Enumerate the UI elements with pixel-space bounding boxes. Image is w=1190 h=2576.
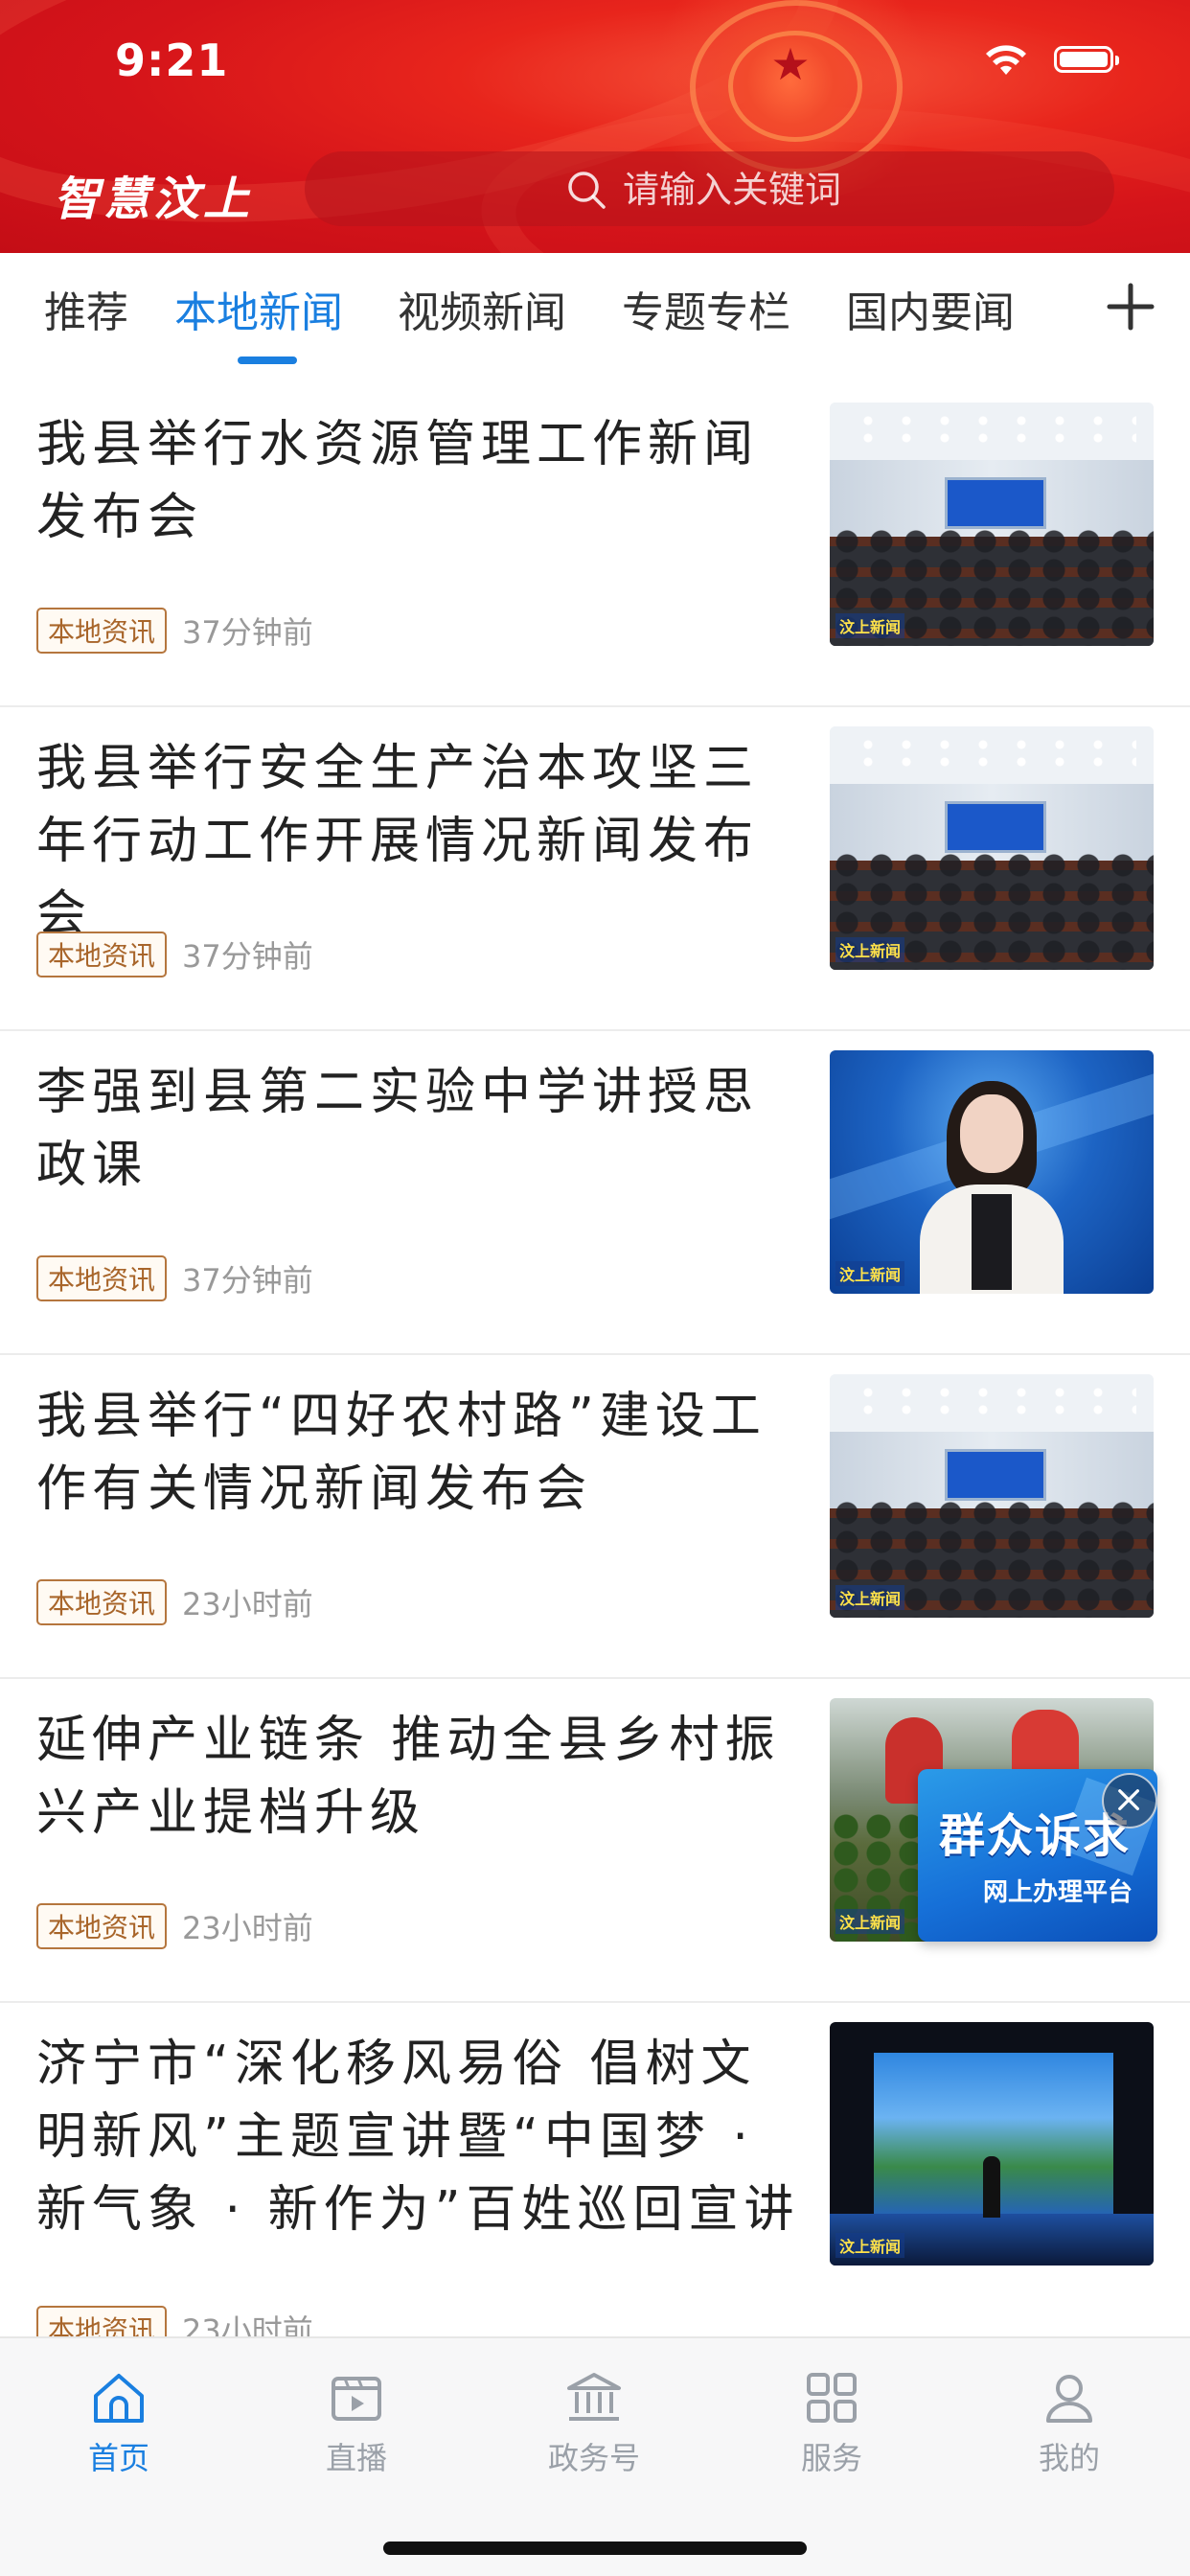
tab-recommend[interactable]: 推荐 [44, 278, 128, 339]
news-thumbnail: 汶上新闻 [830, 1374, 1154, 1618]
tab-video-news[interactable]: 视频新闻 [398, 278, 566, 339]
nav-live[interactable]: 直播 [280, 2367, 433, 2476]
news-category-tag: 本地资讯 [36, 1579, 168, 1625]
news-title: 我县举行水资源管理工作新闻发布会 [36, 416, 760, 546]
tab-domestic-news[interactable]: 国内要闻 [846, 278, 1015, 339]
news-category-tag: 本地资讯 [36, 932, 168, 978]
tab-special-column[interactable]: 专题专栏 [622, 278, 790, 339]
news-thumbnail: 汶上新闻 [830, 726, 1154, 970]
add-channel-icon[interactable] [1104, 280, 1157, 334]
news-title: 李强到县第二实验中学讲授思政课 [36, 1064, 760, 1194]
thumbnail-watermark: 汶上新闻 [835, 1261, 905, 1286]
user-icon [1046, 2375, 1092, 2423]
news-title: 延伸产业链条 推动全县乡村振兴产业提档升级 [36, 1712, 781, 1842]
battery-icon [1054, 46, 1119, 73]
home-indicator [383, 2542, 807, 2555]
search-input[interactable] [621, 161, 1085, 218]
app-logo: 智慧汶上 [54, 172, 254, 226]
news-title: 济宁市“深化移风易俗 倡树文明新风”主题宣讲暨“中国梦 · 新气象 · 新作为”… [36, 2036, 800, 2239]
tab-local-news[interactable]: 本地新闻 [174, 278, 343, 339]
home-icon [94, 2374, 144, 2423]
news-item[interactable]: 济宁市“深化移风易俗 倡树文明新风”主题宣讲暨“中国梦 · 新气象 · 新作为”… [0, 2003, 1190, 2352]
status-time: 9:21 [115, 34, 229, 86]
news-meta: 本地资讯 37分钟前 [36, 932, 313, 978]
search-icon [568, 172, 606, 209]
category-tabs: 推荐 本地新闻 视频新闻 专题专栏 国内要闻 [0, 253, 1190, 368]
news-meta: 本地资讯 37分钟前 [36, 608, 313, 654]
active-tab-indicator [238, 356, 297, 364]
news-title: 我县举行“四好农村路”建设工作有关情况新闻发布会 [36, 1388, 767, 1518]
news-category-tag: 本地资讯 [36, 1255, 168, 1301]
news-time: 37分钟前 [182, 1262, 313, 1299]
news-thumbnail: 汶上新闻 [830, 402, 1154, 646]
nav-profile[interactable]: 我的 [993, 2367, 1146, 2476]
ad-subtitle: 网上办理平台 [983, 1878, 1133, 1907]
nav-label: 我的 [1038, 2440, 1100, 2476]
live-video-icon [332, 2377, 381, 2421]
search-bar[interactable] [305, 151, 1114, 226]
thumbnail-watermark: 汶上新闻 [835, 1585, 905, 1610]
nav-services[interactable]: 服务 [755, 2367, 908, 2476]
news-time: 23小时前 [182, 1586, 313, 1622]
thumbnail-watermark: 汶上新闻 [835, 937, 905, 962]
news-category-tag: 本地资讯 [36, 1903, 168, 1949]
nav-label: 首页 [87, 2440, 149, 2476]
news-item[interactable]: 李强到县第二实验中学讲授思政课 本地资讯 37分钟前 汶上新闻 [0, 1031, 1190, 1355]
nav-label: 直播 [325, 2440, 387, 2476]
news-thumbnail: 汶上新闻 [830, 1050, 1154, 1294]
news-category-tag: 本地资讯 [36, 608, 168, 654]
thumbnail-watermark: 汶上新闻 [835, 613, 905, 638]
nav-label: 政务号 [547, 2440, 640, 2476]
close-ad-button[interactable] [1102, 1773, 1157, 1828]
news-meta: 本地资讯 37分钟前 [36, 1255, 313, 1301]
thumbnail-watermark: 汶上新闻 [835, 2233, 905, 2258]
grid-apps-icon [807, 2373, 857, 2423]
news-meta: 本地资讯 23小时前 [36, 1579, 313, 1625]
nav-government[interactable]: 政务号 [517, 2367, 671, 2476]
close-icon [1118, 1789, 1140, 1811]
bottom-navigation: 首页 直播 政务号 服务 我的 [0, 2336, 1190, 2576]
nav-label: 服务 [800, 2440, 862, 2476]
news-item[interactable]: 我县举行“四好农村路”建设工作有关情况新闻发布会 本地资讯 23小时前 汶上新闻 [0, 1355, 1190, 1679]
app-header: ★ 9:21 智慧汶上 [0, 0, 1190, 253]
news-time: 37分钟前 [182, 614, 313, 651]
government-building-icon [567, 2373, 621, 2421]
news-title: 我县举行安全生产治本攻坚三年行动工作开展情况新闻发布会 [36, 740, 760, 943]
news-thumbnail: 汶上新闻 [830, 2022, 1154, 2266]
thumbnail-watermark: 汶上新闻 [835, 1909, 905, 1934]
nav-home[interactable]: 首页 [42, 2367, 195, 2476]
news-time: 23小时前 [182, 1910, 313, 1946]
news-meta: 本地资讯 23小时前 [36, 1903, 313, 1949]
wifi-icon [986, 45, 1026, 75]
news-item[interactable]: 我县举行安全生产治本攻坚三年行动工作开展情况新闻发布会 本地资讯 37分钟前 汶… [0, 707, 1190, 1031]
news-item[interactable]: 我县举行水资源管理工作新闻发布会 本地资讯 37分钟前 汶上新闻 [0, 383, 1190, 707]
news-time: 37分钟前 [182, 938, 313, 975]
